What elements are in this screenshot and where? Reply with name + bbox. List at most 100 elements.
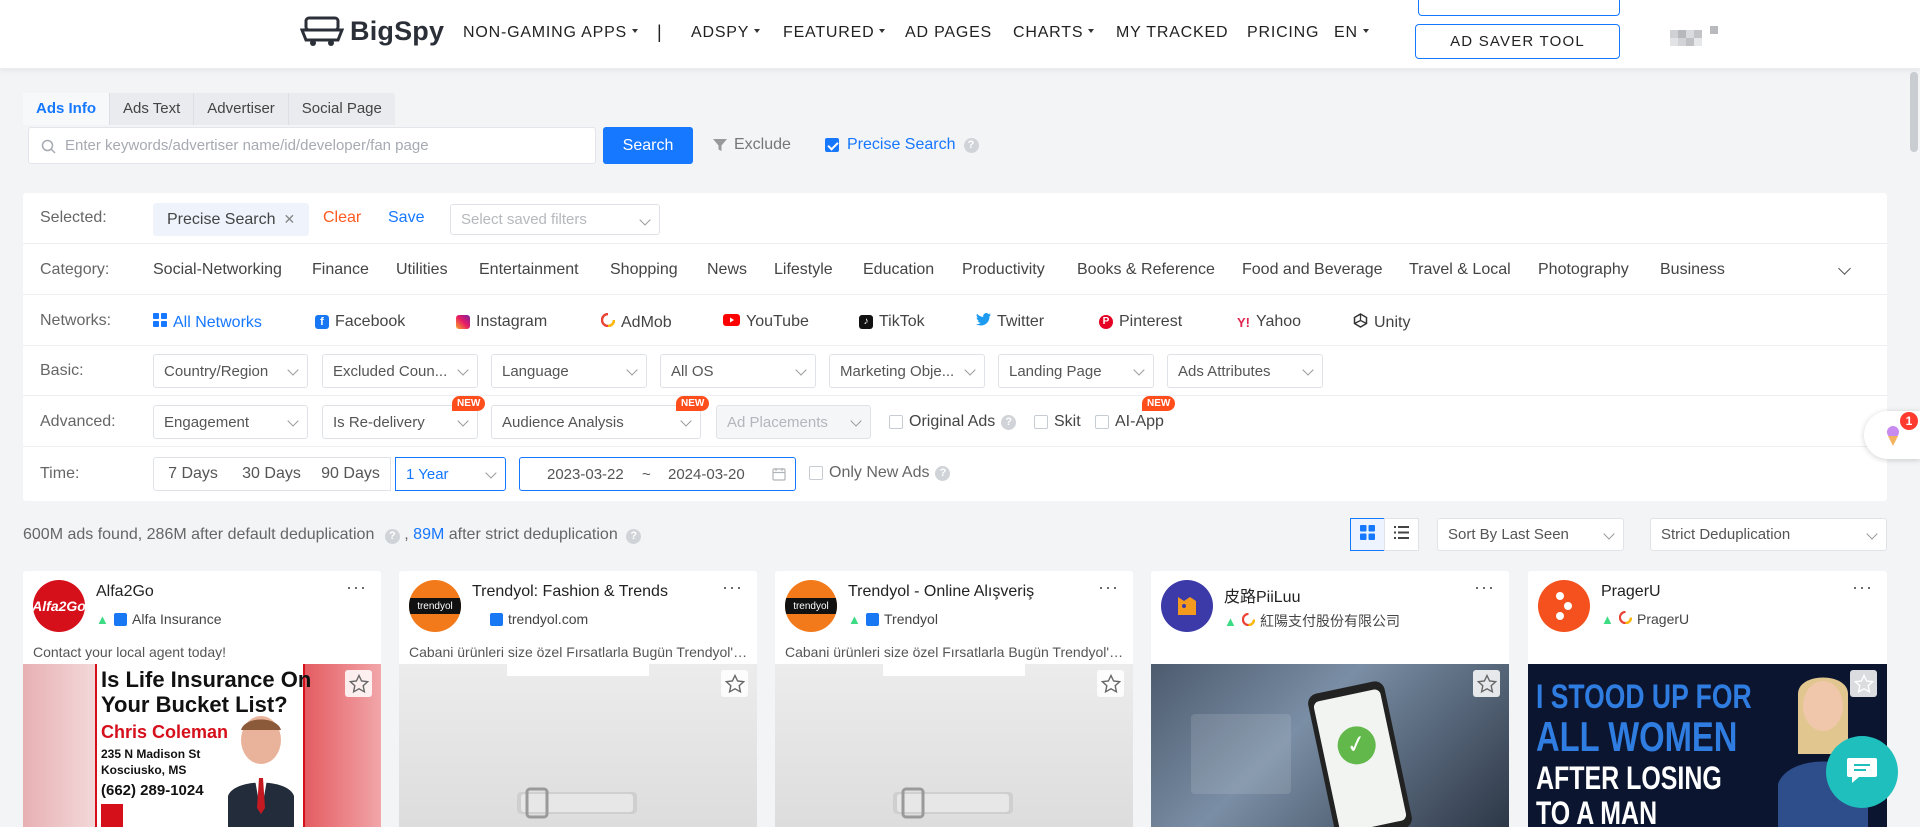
nav-charts[interactable]: CHARTS — [1013, 24, 1095, 42]
marketing-objective-select[interactable]: Marketing Obje... — [829, 354, 985, 388]
ad-card[interactable]: 皮路PiiLuu ··· ▲ 紅陽支付股份有限公司 ✓ — [1151, 571, 1509, 827]
network-tiktok[interactable]: ♪ TikTok — [859, 313, 925, 331]
tab-ads-text[interactable]: Ads Text — [110, 93, 195, 125]
time-range-select[interactable]: 1 Year — [395, 457, 506, 491]
card-title[interactable]: Trendyol: Fashion & Trends — [472, 583, 668, 601]
ad-card[interactable]: trendyol Trendyol: Fashion & Trends ··· … — [399, 571, 757, 827]
nav-non-gaming-apps[interactable]: NON-GAMING APPS — [463, 24, 639, 42]
help-icon[interactable]: ? — [1001, 414, 1017, 430]
category-item[interactable]: Business — [1660, 261, 1725, 279]
favorite-star-icon[interactable] — [345, 670, 372, 697]
saved-filters-select[interactable]: Select saved filters — [450, 204, 660, 235]
grid-view-button[interactable] — [1350, 518, 1385, 551]
advertiser-name[interactable]: PragerU — [1637, 611, 1689, 627]
network-yahoo[interactable]: Y! Yahoo — [1237, 313, 1301, 331]
category-item[interactable]: Education — [863, 261, 934, 279]
network-pinterest[interactable]: P Pinterest — [1099, 313, 1182, 331]
favorite-star-icon[interactable] — [721, 670, 748, 697]
save-button[interactable]: Save — [388, 209, 424, 227]
category-item[interactable]: Travel & Local — [1409, 261, 1511, 279]
more-options-icon[interactable]: ··· — [722, 577, 743, 598]
category-item[interactable]: Productivity — [962, 261, 1045, 279]
network-unity[interactable]: Unity — [1353, 313, 1410, 333]
ai-app-check[interactable]: AI-App — [1095, 413, 1164, 431]
expand-categories-icon[interactable] — [1838, 262, 1851, 275]
category-item[interactable]: Photography — [1538, 261, 1629, 279]
category-item[interactable]: Finance — [312, 261, 369, 279]
more-options-icon[interactable]: ··· — [1098, 577, 1119, 598]
checkbox[interactable] — [1034, 415, 1048, 429]
tab-advertiser[interactable]: Advertiser — [194, 93, 289, 125]
clear-button[interactable]: Clear — [323, 209, 361, 227]
category-item[interactable]: Entertainment — [479, 261, 579, 279]
search-input[interactable] — [65, 128, 585, 163]
ad-creative[interactable]: Is Life Insurance On Your Bucket List? C… — [23, 664, 381, 827]
chat-button[interactable] — [1826, 736, 1898, 808]
network-twitter[interactable]: Twitter — [976, 313, 1044, 331]
network-youtube[interactable]: YouTube — [723, 313, 809, 331]
category-item[interactable]: Shopping — [610, 261, 678, 279]
advertiser-avatar[interactable] — [1538, 580, 1590, 632]
nav-pricing[interactable]: PRICING — [1247, 24, 1319, 42]
advertiser-avatar[interactable]: trendyol — [409, 580, 461, 632]
ad-creative[interactable] — [399, 664, 757, 827]
user-avatar[interactable] — [1670, 26, 1720, 46]
ads-attributes-select[interactable]: Ads Attributes — [1167, 354, 1323, 388]
time-30-days[interactable]: 30 Days — [232, 457, 312, 491]
tab-ads-info[interactable]: Ads Info — [23, 93, 110, 125]
help-icon[interactable]: ? — [626, 528, 642, 544]
network-all[interactable]: All Networks — [153, 313, 262, 332]
advertiser-avatar[interactable] — [1161, 580, 1213, 632]
excluded-country-select[interactable]: Excluded Coun... — [322, 354, 478, 388]
date-range-picker[interactable]: 2023-03-22 ~ 2024-03-20 — [519, 457, 796, 491]
nav-my-tracked[interactable]: MY TRACKED — [1116, 24, 1228, 42]
nav-adspy[interactable]: ADSPY — [691, 24, 761, 42]
exclude-toggle[interactable]: Exclude — [712, 136, 791, 154]
os-select[interactable]: All OS — [660, 354, 816, 388]
checkbox[interactable] — [1095, 415, 1109, 429]
precise-search-checkbox[interactable] — [825, 138, 839, 152]
advertiser-avatar[interactable]: Alfa2Go — [33, 580, 85, 632]
more-options-icon[interactable]: ··· — [346, 577, 367, 598]
date-from[interactable]: 2023-03-22 — [547, 466, 624, 483]
sort-select[interactable]: Sort By Last Seen — [1437, 518, 1624, 551]
tab-social-page[interactable]: Social Page — [289, 93, 395, 125]
card-title[interactable]: Alfa2Go — [96, 583, 154, 601]
bigspy-logo[interactable]: BigSpy — [300, 14, 444, 48]
card-title[interactable]: Trendyol - Online Alışveriş — [848, 583, 1034, 601]
category-item[interactable]: Food and Beverage — [1242, 261, 1383, 279]
advertiser-name[interactable]: 紅陽支付股份有限公司 — [1260, 611, 1400, 631]
advertiser-name[interactable]: Trendyol — [884, 611, 938, 627]
advertiser-name[interactable]: Alfa Insurance — [132, 611, 222, 627]
category-item[interactable]: News — [707, 261, 747, 279]
checkbox[interactable] — [809, 466, 823, 480]
original-ads-check[interactable]: Original Ads ? — [889, 413, 1017, 431]
ad-card[interactable]: trendyol Trendyol - Online Alışveriş ···… — [775, 571, 1133, 827]
favorite-star-icon[interactable] — [1473, 670, 1500, 697]
dedup-select[interactable]: Strict Deduplication — [1650, 518, 1887, 551]
card-title[interactable]: 皮路PiiLuu — [1224, 583, 1300, 607]
network-instagram[interactable]: Instagram — [456, 313, 547, 331]
more-options-icon[interactable]: ··· — [1852, 577, 1873, 598]
favorite-star-icon[interactable] — [1850, 670, 1877, 697]
ad-saver-tool-button[interactable]: AD SAVER TOOL — [1415, 24, 1620, 59]
language-switch[interactable]: EN — [1334, 24, 1369, 42]
ad-creative[interactable] — [775, 664, 1133, 827]
category-item[interactable]: Utilities — [396, 261, 448, 279]
category-item[interactable]: Social-Networking — [153, 261, 282, 279]
engagement-select[interactable]: Engagement — [153, 405, 308, 439]
precise-search-toggle[interactable]: Precise Search ? — [825, 136, 979, 154]
only-new-ads-check[interactable]: Only New Ads ? — [809, 464, 951, 482]
help-icon[interactable]: ? — [384, 528, 400, 544]
list-view-button[interactable] — [1384, 518, 1419, 551]
advertiser-name[interactable]: trendyol.com — [508, 611, 588, 627]
nav-ad-pages[interactable]: AD PAGES — [905, 24, 992, 42]
ad-creative[interactable]: I STOOD UP FOR ALL WOMEN AFTER LOSING TO… — [1528, 664, 1887, 827]
category-item[interactable]: Books & Reference — [1077, 261, 1215, 279]
card-title[interactable]: PragerU — [1601, 583, 1661, 601]
help-icon[interactable]: ? — [963, 137, 979, 153]
search-button[interactable]: Search — [603, 127, 693, 164]
landing-page-select[interactable]: Landing Page — [998, 354, 1154, 388]
nav-featured[interactable]: FEATURED — [783, 24, 886, 42]
category-item[interactable]: Lifestyle — [774, 261, 833, 279]
